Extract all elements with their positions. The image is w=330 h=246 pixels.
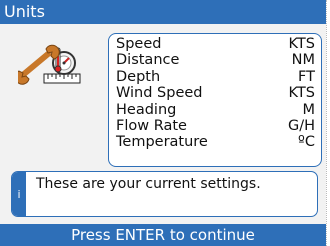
setting-label: Wind Speed [116,85,203,102]
setting-value: KTS [288,85,315,102]
setting-row-speed: Speed KTS [116,36,315,52]
info-icon: i [12,172,26,216]
info-message-box: i These are your current settings. [11,171,318,217]
setting-row-depth: Depth FT [116,69,315,85]
setting-label: Distance [116,52,180,69]
info-message: These are your current settings. [36,176,261,192]
window-edge [326,0,330,246]
setting-value: FT [298,68,315,85]
setting-value: ºC [298,134,315,151]
setting-label: Flow Rate [116,117,187,134]
setting-row-distance: Distance NM [116,52,315,68]
setting-row-wind-speed: Wind Speed KTS [116,85,315,101]
continue-prompt: Press ENTER to continue [71,226,255,244]
setting-label: Speed [116,36,162,52]
setting-row-heading: Heading M [116,102,315,118]
info-icon-glyph: i [17,187,21,201]
units-tools-icon [14,44,82,88]
settings-list: Speed KTS Distance NM Depth FT Wind Spee… [108,33,322,167]
continue-prompt-bar[interactable]: Press ENTER to continue [0,224,326,246]
units-window: Units Speed KTS Distance NM Depth FT Win… [0,0,326,246]
setting-row-flow-rate: Flow Rate G/H [116,118,315,134]
setting-label: Heading [116,101,177,118]
title-bar: Units [0,0,326,24]
setting-value: G/H [287,117,315,134]
setting-value: KTS [288,36,315,52]
setting-row-temperature: Temperature ºC [116,134,315,150]
setting-label: Depth [116,68,161,85]
setting-label: Temperature [116,134,208,151]
window-title: Units [4,2,45,21]
setting-value: M [302,101,315,118]
setting-value: NM [291,52,315,69]
